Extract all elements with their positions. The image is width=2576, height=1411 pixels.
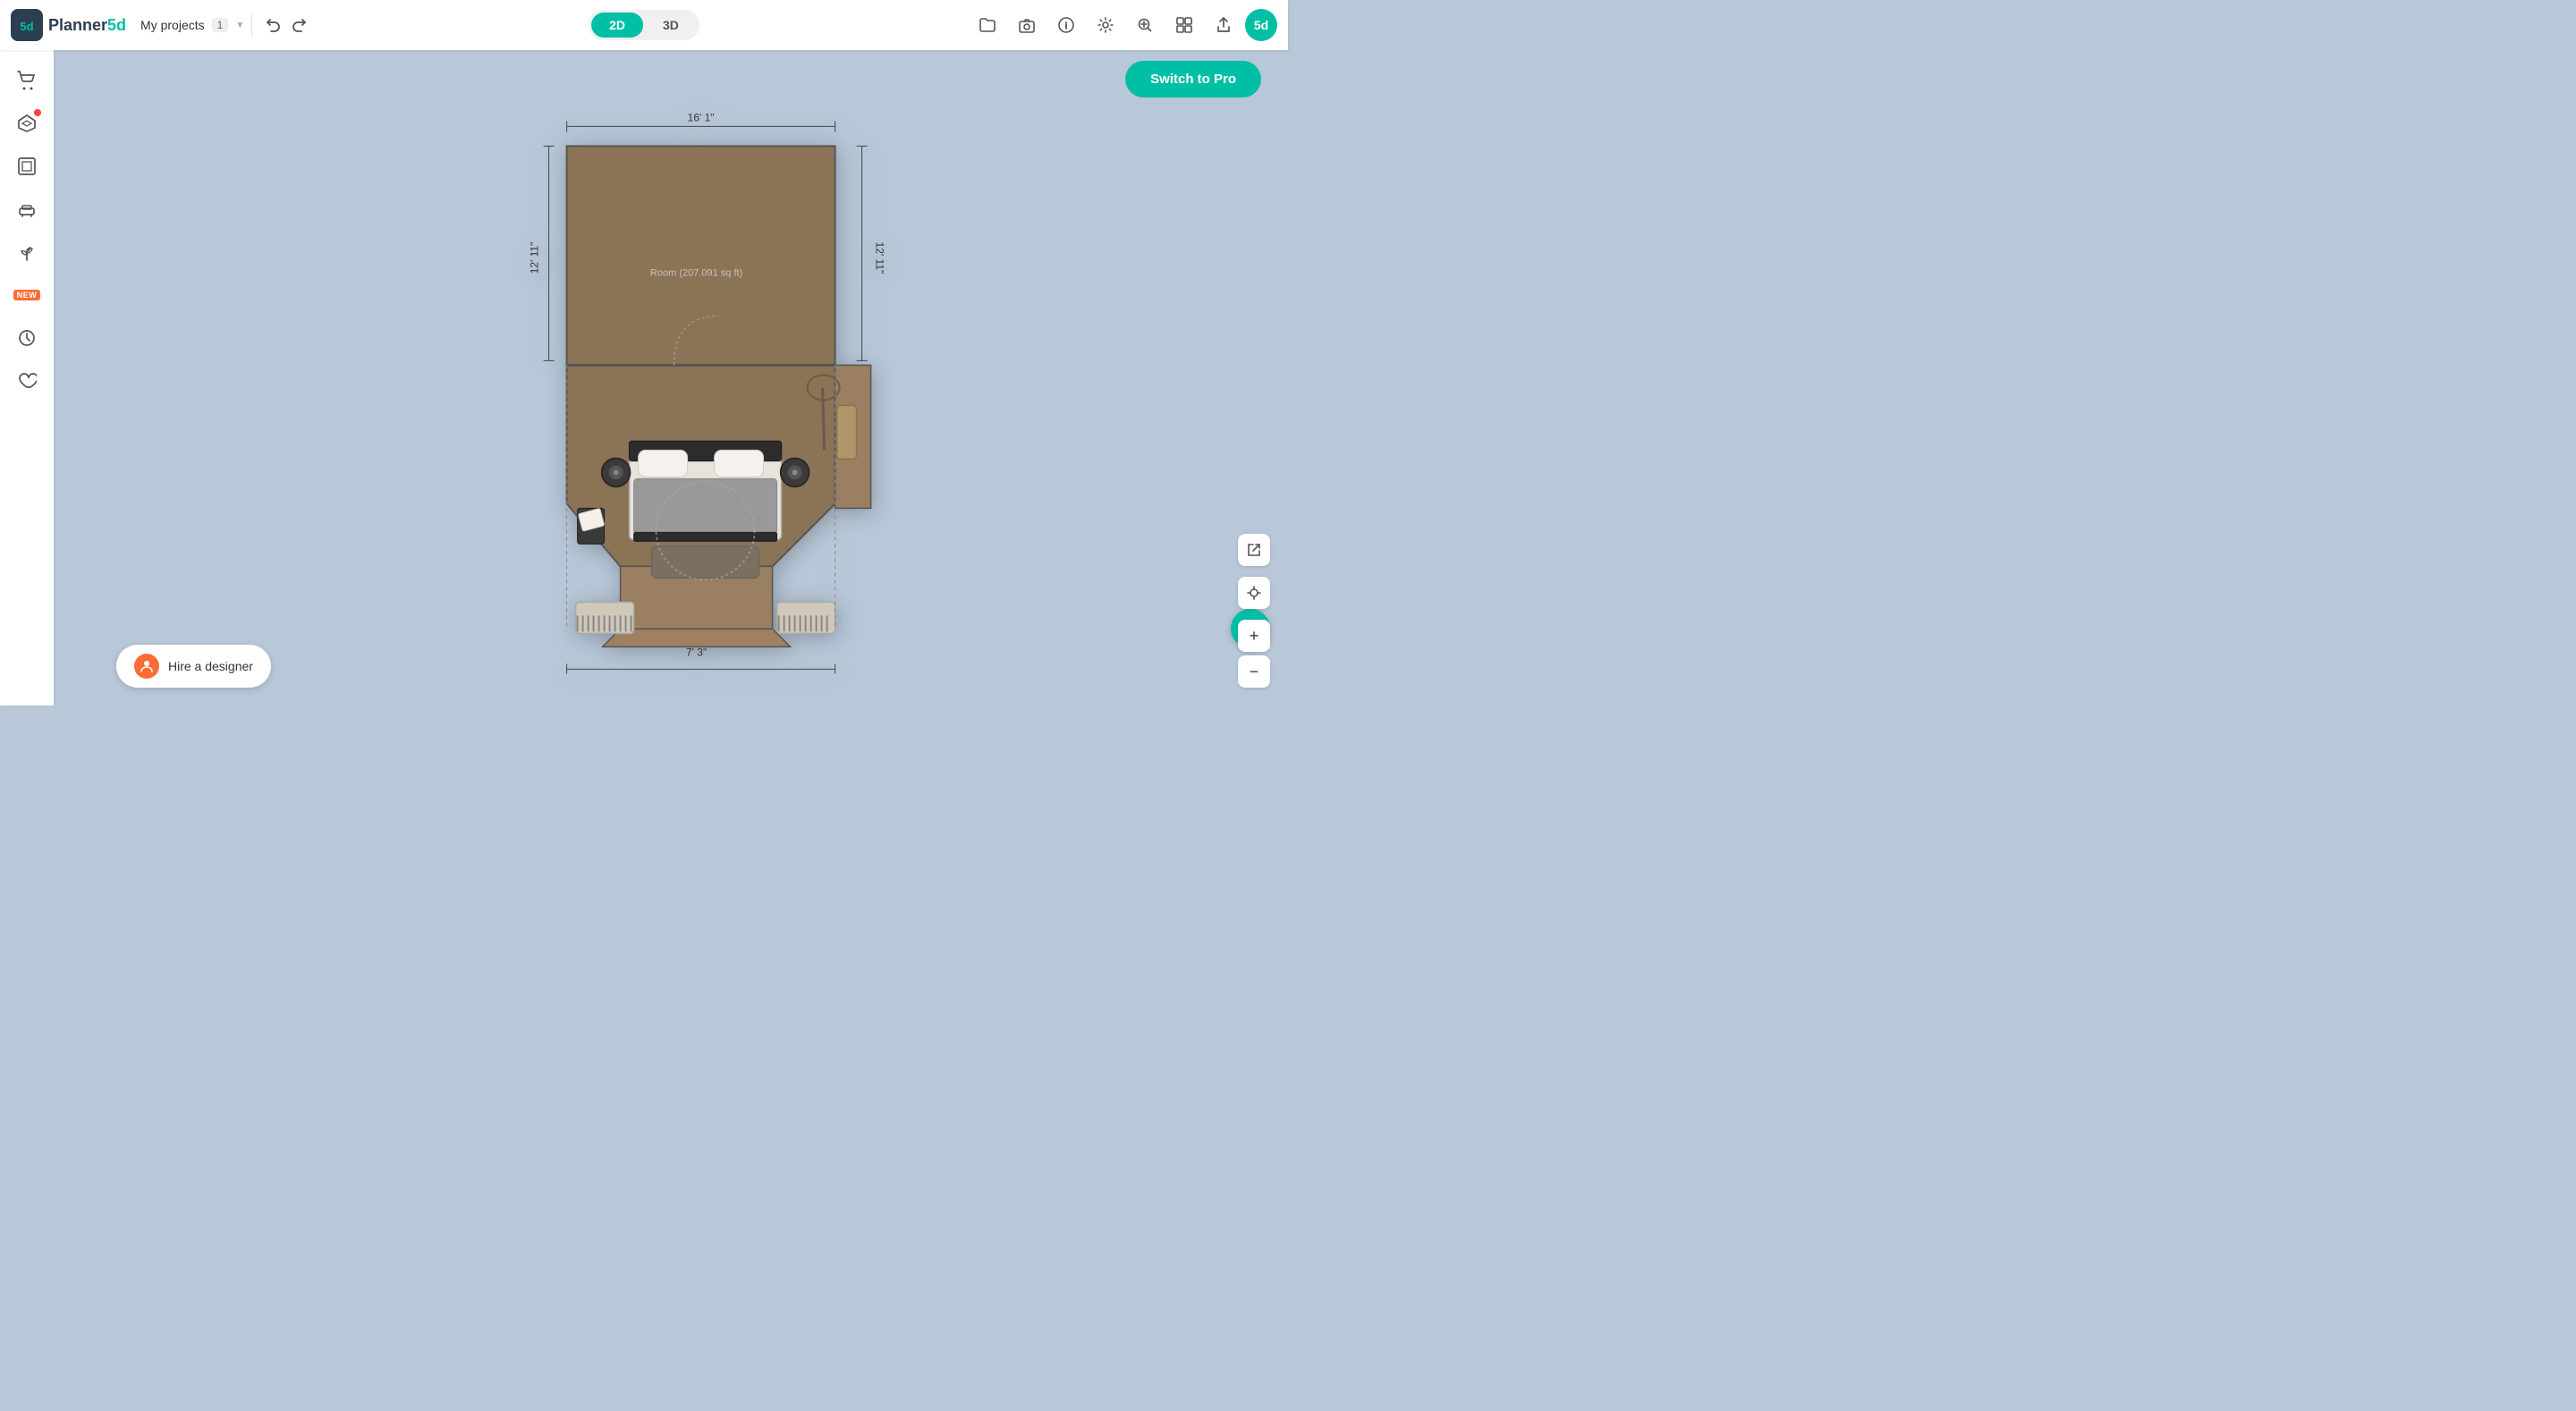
zoom-search-button[interactable]: [1127, 7, 1163, 43]
undo-button[interactable]: [259, 12, 286, 38]
nav-right: 5d: [970, 7, 1277, 43]
zoom-out-button[interactable]: −: [1238, 655, 1270, 688]
logo-text: Planner5d: [48, 16, 126, 35]
share-button[interactable]: [1206, 7, 1241, 43]
sidebar-item-walls[interactable]: [7, 147, 47, 186]
nav-divider: [251, 14, 252, 36]
settings-button[interactable]: [1088, 7, 1123, 43]
floorplan-wrapper: 16' 1" 12' 11" 12' 11" 7' 3" 16' 9": [513, 101, 889, 678]
sidebar: NEW: [0, 50, 54, 706]
svg-text:12' 11": 12' 11": [529, 241, 541, 274]
hire-designer-icon: [134, 654, 159, 679]
floorplan-svg[interactable]: 16' 1" 12' 11" 12' 11" 7' 3" 16' 9": [513, 101, 889, 673]
external-link-button[interactable]: [1238, 534, 1270, 566]
sidebar-item-plants[interactable]: [7, 232, 47, 272]
svg-text:5d: 5d: [20, 20, 33, 33]
zoom-in-button[interactable]: +: [1238, 620, 1270, 652]
svg-text:7' 3": 7' 3": [686, 646, 707, 658]
view-3d-button[interactable]: 3D: [645, 13, 697, 38]
svg-text:Room (207.091 sq ft): Room (207.091 sq ft): [650, 267, 742, 278]
sidebar-item-cart[interactable]: [7, 61, 47, 100]
view-toggle: 2D 3D: [589, 10, 699, 40]
hire-designer-label: Hire a designer: [168, 659, 253, 673]
sidebar-item-furniture[interactable]: [7, 190, 47, 229]
new-badge-label: NEW: [13, 290, 41, 300]
hire-designer-button[interactable]: Hire a designer: [116, 645, 271, 688]
canvas-area[interactable]: 16' 1" 12' 11" 12' 11" 7' 3" 16' 9": [54, 50, 1288, 706]
svg-text:16' 9": 16' 9": [688, 672, 715, 673]
sidebar-item-history[interactable]: [7, 318, 47, 358]
view-toggle-group: 2D 3D: [589, 10, 699, 40]
svg-text:12' 11": 12' 11": [874, 241, 886, 274]
view-2d-button[interactable]: 2D: [591, 13, 643, 38]
sidebar-item-new[interactable]: NEW: [7, 275, 47, 315]
crosshair-button[interactable]: [1238, 577, 1270, 609]
camera-button[interactable]: [1009, 7, 1045, 43]
logo: 5d Planner5d: [11, 9, 126, 41]
sidebar-item-objects[interactable]: [7, 104, 47, 143]
redo-button[interactable]: [286, 12, 313, 38]
info-button[interactable]: [1048, 7, 1084, 43]
switch-to-pro-button[interactable]: Switch to Pro: [1125, 61, 1261, 97]
grid-button[interactable]: [1166, 7, 1202, 43]
nav-project: My projects 1 ▼: [140, 18, 244, 32]
chevron-down-icon: ▼: [235, 21, 244, 30]
zoom-controls: + −: [1238, 534, 1270, 688]
topbar: 5d Planner5d My projects 1 ▼ 2D 3D: [0, 0, 1288, 50]
project-counter: 1: [212, 18, 229, 32]
folder-button[interactable]: [970, 7, 1005, 43]
svg-text:16' 1": 16' 1": [688, 111, 715, 123]
logo-icon: 5d: [11, 9, 43, 41]
project-name: My projects: [140, 18, 205, 32]
sidebar-item-favorites[interactable]: [7, 361, 47, 401]
avatar-button[interactable]: 5d: [1245, 9, 1277, 41]
